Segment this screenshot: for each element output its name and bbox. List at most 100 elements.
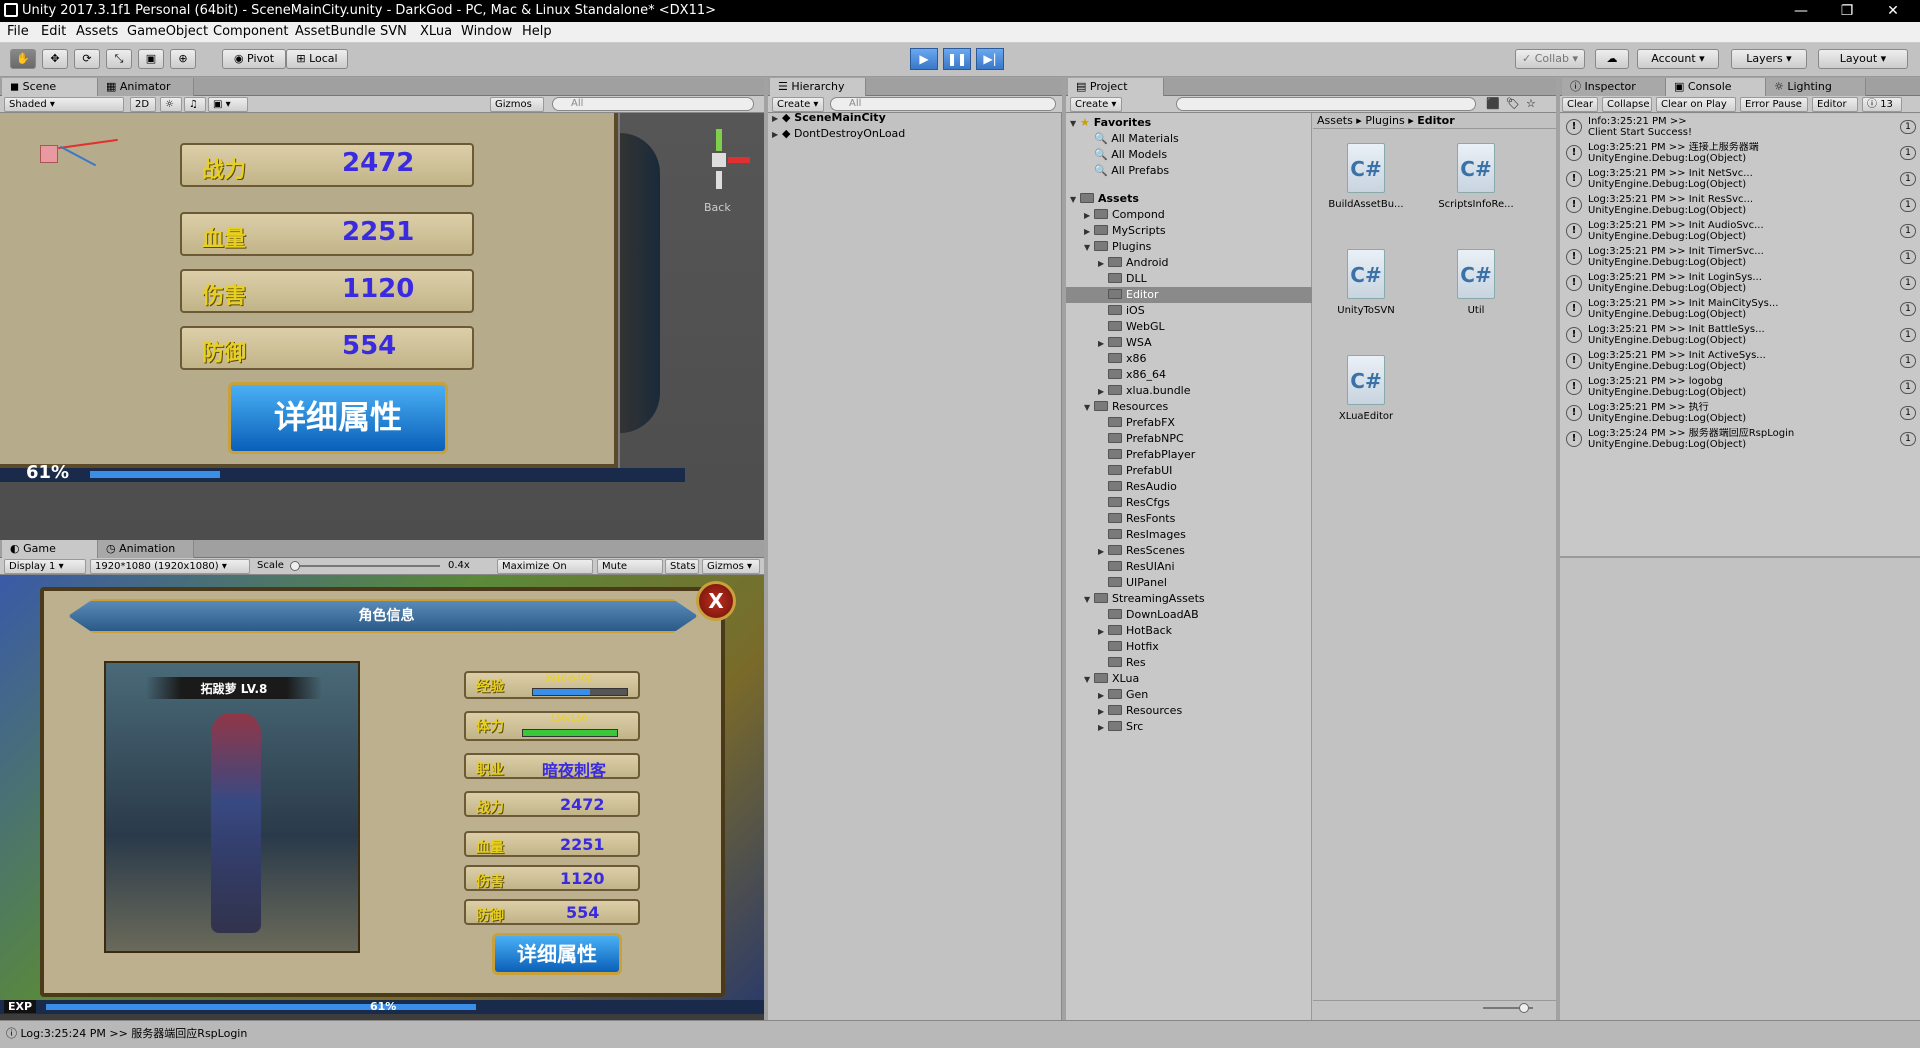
account-dropdown[interactable]: Account ▾ bbox=[1637, 49, 1719, 69]
gizmo-x-axis[interactable] bbox=[728, 157, 750, 163]
game-gizmos-dropdown[interactable]: Gizmos ▾ bbox=[702, 559, 760, 574]
local-toggle[interactable]: ⊞ Local bbox=[286, 49, 348, 69]
stats-toggle[interactable]: Stats bbox=[665, 559, 699, 574]
pause-button[interactable]: ❚❚ bbox=[943, 48, 971, 70]
folder-tree-item[interactable]: ▶ Src bbox=[1066, 719, 1312, 735]
console-log-entry[interactable]: ! Log:3:25:21 PM >> Init AudioSvc... Unity… bbox=[1560, 218, 1920, 244]
tab-hierarchy[interactable]: ☰ Hierarchy bbox=[770, 78, 866, 96]
tab-animation[interactable]: ◷ Animation bbox=[98, 540, 194, 558]
console-log-entry[interactable]: ! Log:3:25:21 PM >> Init NetSvc... UnityEn… bbox=[1560, 166, 1920, 192]
folder-tree-item[interactable]: ResUIAni bbox=[1066, 559, 1312, 575]
mode-2d-toggle[interactable]: 2D bbox=[130, 97, 156, 112]
favorite-item[interactable]: 🔍 All Prefabs bbox=[1094, 163, 1169, 179]
folder-tree-item[interactable]: ResCfgs bbox=[1066, 495, 1312, 511]
filter-label-icon[interactable]: 🏷 bbox=[1506, 97, 1520, 110]
folder-tree-item[interactable]: ▼ Assets bbox=[1066, 191, 1312, 207]
close-window-button[interactable]: ✕ bbox=[1870, 0, 1916, 22]
folder-tree-item[interactable]: ▶ MyScripts bbox=[1066, 223, 1312, 239]
tab-animator[interactable]: ▦ Animator bbox=[98, 78, 194, 96]
menu-window[interactable]: Window bbox=[461, 24, 512, 39]
maximize-button[interactable]: ❐ bbox=[1824, 0, 1870, 22]
breadcrumb-item[interactable]: Editor bbox=[1417, 114, 1454, 127]
rect-tool-icon[interactable]: ▣ bbox=[138, 49, 164, 69]
resolution-dropdown[interactable]: 1920*1080 (1920x1080) ▾ bbox=[90, 559, 250, 574]
char-info-close-button[interactable]: X bbox=[696, 581, 736, 621]
console-log-entry[interactable]: ! Log:3:25:21 PM >> 执行 UnityEngine.Debug:L… bbox=[1560, 400, 1920, 426]
layers-dropdown[interactable]: Layers ▾ bbox=[1731, 49, 1807, 69]
expand-arrow-icon[interactable]: ▶ bbox=[1098, 384, 1108, 400]
folder-tree-item[interactable]: DLL bbox=[1066, 271, 1312, 287]
error-pause-toggle[interactable]: Error Pause bbox=[1740, 97, 1808, 112]
scale-slider[interactable] bbox=[290, 561, 440, 571]
status-bar[interactable]: ⓘ Log:3:25:24 PM >> 服务器端回应RspLogin bbox=[0, 1020, 1920, 1048]
filter-type-icon[interactable]: ⬛ bbox=[1486, 97, 1500, 110]
hierarchy-scene-item[interactable]: ▶ ◆ SceneMainCity bbox=[772, 110, 1058, 126]
folder-tree-item[interactable]: ResAudio bbox=[1066, 479, 1312, 495]
game-canvas[interactable]: 角色信息 X 拓跋萝 LV.8 经验 3910/6400 体力 150/150 … bbox=[0, 575, 764, 1014]
tab-console[interactable]: ▣ Console bbox=[1666, 78, 1766, 96]
folder-tree-item[interactable]: Hotfix bbox=[1066, 639, 1312, 655]
console-log-entry[interactable]: ! Log:3:25:21 PM >> Init ActiveSys... Unit… bbox=[1560, 348, 1920, 374]
folder-tree-item[interactable]: PrefabNPC bbox=[1066, 431, 1312, 447]
scale-tool-icon[interactable]: ⤡ bbox=[106, 49, 132, 69]
menu-svn[interactable]: SVN bbox=[380, 24, 407, 39]
icon-size-handle[interactable] bbox=[1519, 1003, 1529, 1013]
folder-tree-item[interactable]: ▶ Resources bbox=[1066, 703, 1312, 719]
folder-tree-item[interactable]: ▶ xlua.bundle bbox=[1066, 383, 1312, 399]
collab-button[interactable]: ✓ Collab ▾ bbox=[1515, 49, 1585, 69]
menu-assetbundle[interactable]: AssetBundle bbox=[295, 24, 376, 39]
effects-dropdown-icon[interactable]: ▣ ▾ bbox=[208, 97, 248, 112]
breadcrumb-item[interactable]: Assets bbox=[1317, 114, 1353, 127]
console-clear-button[interactable]: Clear bbox=[1562, 97, 1598, 112]
menu-assets[interactable]: Assets bbox=[76, 24, 118, 39]
menu-component[interactable]: Component bbox=[213, 24, 288, 39]
scene-gizmos-dropdown[interactable]: Gizmos ▾ bbox=[490, 97, 544, 124]
step-button[interactable]: ▶| bbox=[976, 48, 1004, 70]
icon-size-slider[interactable] bbox=[1483, 1003, 1533, 1013]
tab-scene[interactable]: ◼ Scene bbox=[2, 78, 98, 96]
asset-item[interactable]: C# ScriptsInfoRe... bbox=[1431, 143, 1521, 210]
folder-tree-item[interactable]: x86_64 bbox=[1066, 367, 1312, 383]
log-count-toggle[interactable]: ⓘ 13 bbox=[1862, 97, 1902, 112]
folder-tree-item[interactable]: WebGL bbox=[1066, 319, 1312, 335]
tab-game[interactable]: ◐ Game bbox=[2, 540, 98, 558]
console-collapse-toggle[interactable]: Collapse bbox=[1602, 97, 1652, 112]
menu-gameobject[interactable]: GameObject bbox=[127, 24, 208, 39]
favorite-item[interactable]: 🔍 All Models bbox=[1094, 147, 1167, 163]
console-log-entry[interactable]: ! Log:3:25:21 PM >> logobg UnityEngine.Deb… bbox=[1560, 374, 1920, 400]
menu-edit[interactable]: Edit bbox=[41, 24, 66, 39]
favorites-header[interactable]: ▼ ★ Favorites bbox=[1070, 115, 1151, 131]
scene-canvas[interactable]: 战力 2472 血量 2251 伤害 1120 防御 554 详细属性 61% bbox=[0, 113, 764, 540]
expand-arrow-icon[interactable]: ▶ bbox=[1098, 544, 1108, 560]
project-create-dropdown[interactable]: Create ▾ bbox=[1070, 97, 1122, 112]
minimize-button[interactable]: — bbox=[1778, 0, 1824, 22]
breadcrumb-item[interactable]: Plugins bbox=[1365, 114, 1404, 127]
folder-tree-item[interactable]: ▼ XLua bbox=[1066, 671, 1312, 687]
favorite-item[interactable]: 🔍 All Materials bbox=[1094, 131, 1179, 147]
console-editor-dropdown[interactable]: Editor ▾ bbox=[1812, 97, 1858, 124]
clear-on-play-toggle[interactable]: Clear on Play bbox=[1656, 97, 1736, 112]
expand-arrow-icon[interactable]: ▶ bbox=[1098, 336, 1108, 352]
expand-arrow-icon[interactable]: ▼ bbox=[1084, 400, 1094, 416]
hierarchy-search-input[interactable]: All bbox=[830, 97, 1056, 111]
tab-project[interactable]: ▤ Project bbox=[1068, 78, 1164, 96]
folder-tree-item[interactable]: ▶ ResScenes bbox=[1066, 543, 1312, 559]
expand-arrow-icon[interactable]: ▶ bbox=[1098, 720, 1108, 736]
hand-tool-icon[interactable]: ✋ bbox=[10, 49, 36, 69]
menu-help[interactable]: Help bbox=[522, 24, 552, 39]
expand-arrow-icon[interactable]: ▼ bbox=[1070, 192, 1080, 208]
folder-tree-item[interactable]: ▶ HotBack bbox=[1066, 623, 1312, 639]
expand-arrow-icon[interactable]: ▶ bbox=[1098, 256, 1108, 272]
mute-audio-toggle[interactable]: Mute Audio bbox=[597, 559, 663, 586]
hierarchy-scene-item[interactable]: ▶ ◆ DontDestroyOnLoad bbox=[772, 126, 1058, 142]
expand-arrow-icon[interactable]: ▼ bbox=[1084, 672, 1094, 688]
console-log-entry[interactable]: ! Log:3:25:21 PM >> Init BattleSys... Unit… bbox=[1560, 322, 1920, 348]
lighting-toggle-icon[interactable]: ☼ bbox=[160, 97, 182, 112]
gizmo-z-axis[interactable] bbox=[716, 171, 722, 189]
folder-tree-item[interactable]: ▼ Plugins bbox=[1066, 239, 1312, 255]
console-log-entry[interactable]: ! Log:3:25:21 PM >> Init MainCitySys... Un… bbox=[1560, 296, 1920, 322]
favorite-star-icon[interactable]: ☆ bbox=[1526, 97, 1536, 110]
expand-arrow-icon[interactable]: ▶ bbox=[1098, 688, 1108, 704]
expand-arrow-icon[interactable]: ▶ bbox=[1084, 224, 1094, 240]
audio-toggle-icon[interactable]: ♫ bbox=[184, 97, 206, 112]
